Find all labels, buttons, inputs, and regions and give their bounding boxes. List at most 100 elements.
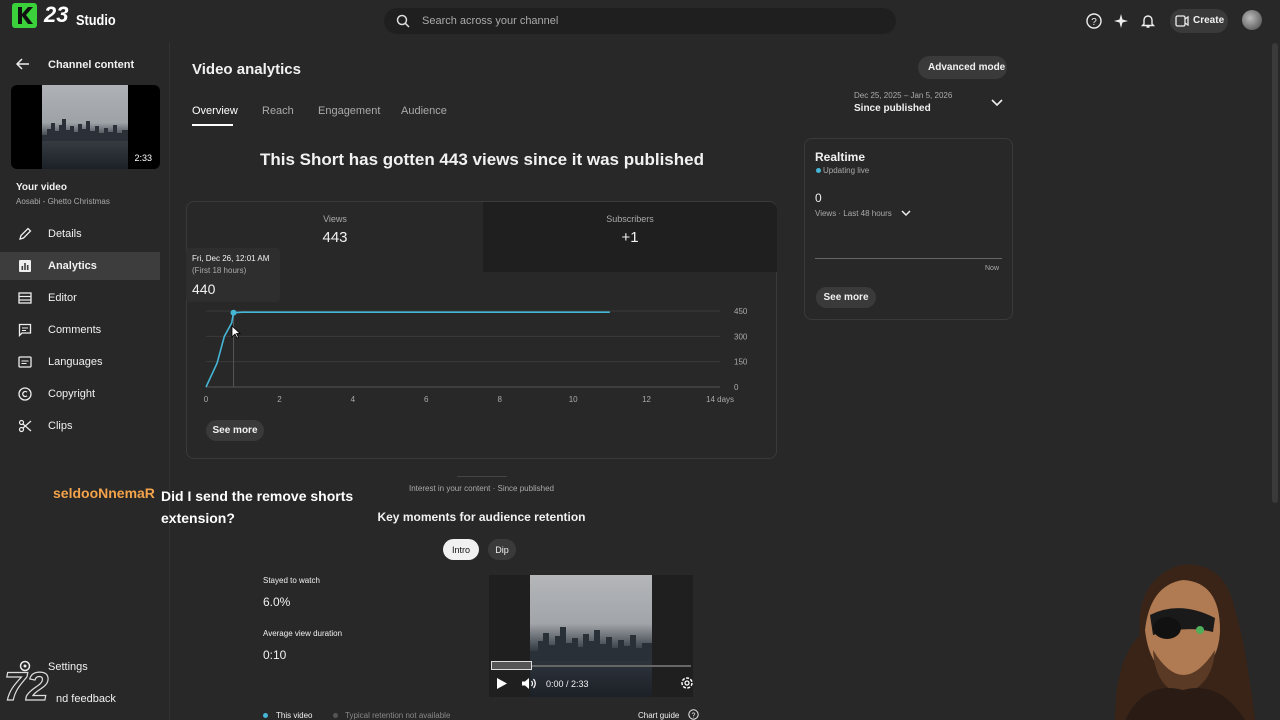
top-bar: 23 Studio Search across your channel ? C… — [0, 0, 1280, 43]
views-line-chart[interactable]: 450 300 150 0 0 2 4 6 8 10 12 14 days — [187, 297, 777, 412]
chart-y-tick-label: 150 — [734, 358, 748, 367]
svg-text:?: ? — [1091, 17, 1097, 28]
sidebar-item-details[interactable]: Details — [0, 220, 160, 248]
sidebar-item-feedback[interactable]: nd feedback — [56, 693, 116, 705]
video-settings-gear-icon[interactable] — [680, 676, 694, 690]
sidebar-item-settings[interactable]: Settings — [48, 661, 88, 673]
chart-x-tick-label: 10 — [569, 395, 578, 404]
notifications-bell-icon[interactable] — [1140, 13, 1156, 29]
video-time: 0:00 / 2:33 — [546, 679, 589, 689]
live-dot — [816, 168, 821, 173]
sidebar-item-clips[interactable]: Clips — [0, 412, 160, 440]
chart-x-tick-label: 2 — [277, 395, 282, 404]
video-player[interactable]: 0:00 / 2:33 — [489, 575, 693, 697]
advanced-mode-label: Advanced mode — [928, 62, 1006, 73]
chart-x-tick-label: 12 — [642, 395, 651, 404]
volume-icon[interactable] — [521, 677, 537, 690]
chart-data-point — [230, 309, 237, 316]
tab-engagement[interactable]: Engagement — [318, 105, 380, 117]
sidebar-item-comments[interactable]: Comments — [0, 316, 160, 344]
metric-subscribers-value: +1 — [621, 229, 639, 246]
legend-typical: Typical retention not available — [345, 711, 451, 720]
editor-icon — [18, 292, 32, 304]
realtime-status: Updating live — [823, 166, 870, 175]
metric-views-label: Views — [323, 214, 347, 224]
copyright-icon — [18, 387, 32, 401]
tab-overview[interactable]: Overview — [192, 105, 238, 117]
interest-label: Interest in your content · Since publish… — [409, 484, 554, 493]
chart-series-line — [205, 311, 610, 388]
svg-text:?: ? — [692, 713, 696, 720]
account-avatar[interactable] — [1242, 10, 1262, 30]
views-headline: This Short has gotten 443 views since it… — [259, 150, 704, 169]
page-title: Video analytics — [192, 61, 301, 78]
search-icon — [396, 14, 410, 28]
date-range-text: Dec 25, 2025 – Jan 5, 2026 — [854, 91, 953, 100]
sidebar-item-editor[interactable]: Editor — [0, 284, 160, 312]
see-more-button[interactable]: See more — [206, 420, 264, 441]
comments-icon — [18, 323, 32, 337]
realtime-now-label: Now — [985, 265, 1000, 272]
date-range-selector[interactable]: Dec 25, 2025 – Jan 5, 2026 Since publish… — [854, 89, 1014, 119]
thumbnail-image — [42, 85, 128, 169]
legend-this-video-dot — [263, 713, 268, 718]
realtime-see-more-button[interactable]: See more — [816, 287, 876, 308]
languages-icon — [18, 356, 32, 368]
help-icon[interactable]: ? — [688, 709, 699, 720]
chart-tooltip: Fri, Dec 26, 12:01 AM (First 18 hours) 4… — [186, 248, 280, 302]
chat-username: seldooNnemaR — [53, 485, 155, 501]
tooltip-value: 440 — [192, 281, 216, 297]
sidebar-item-languages[interactable]: Languages — [0, 348, 160, 376]
chart-y-tick-label: 300 — [734, 332, 748, 341]
streamer-avatar-illustration — [1115, 564, 1255, 720]
search-bar[interactable]: Search across your channel — [384, 8, 896, 34]
realtime-period[interactable]: Views · Last 48 hours — [815, 209, 892, 218]
see-more-label: See more — [212, 425, 258, 436]
chart-guide-link[interactable]: Chart guide — [638, 711, 679, 720]
channel-content-link[interactable]: Channel content — [48, 59, 134, 71]
realtime-see-more-label: See more — [823, 292, 869, 303]
section-divider — [457, 476, 507, 477]
create-label: Create — [1193, 15, 1225, 26]
sidebar: Channel content 2:33 Your video Aosabi -… — [0, 43, 170, 720]
dip-button[interactable]: Dip — [488, 539, 516, 560]
play-icon[interactable] — [496, 677, 508, 690]
tab-audience[interactable]: Audience — [401, 105, 447, 117]
tooltip-date: Fri, Dec 26, 12:01 AM — [192, 254, 270, 263]
create-button[interactable]: Create — [1170, 9, 1228, 33]
search-input[interactable]: Search across your channel — [422, 15, 558, 27]
sidebar-item-analytics[interactable]: Analytics — [0, 252, 160, 280]
stayed-label: Stayed to watch — [263, 576, 320, 585]
tooltip-sub: (First 18 hours) — [192, 266, 247, 275]
your-video-label: Your video — [16, 182, 67, 193]
video-thumbnail[interactable]: 2:33 — [11, 85, 160, 169]
realtime-card: Realtime Updating live 0 Views · Last 48… — [804, 138, 1013, 320]
logo-text: Studio — [76, 12, 116, 29]
avg-duration-value: 0:10 — [263, 648, 287, 662]
chart-x-tick-label: 6 — [424, 395, 429, 404]
chart-x-tick-label: 0 — [204, 395, 209, 404]
sidebar-item-copyright[interactable]: Copyright — [0, 380, 160, 408]
chat-message: Did I send the remove shorts extension? — [161, 488, 354, 526]
logo-number: 23 — [44, 2, 69, 27]
chart-x-tick-label: 4 — [351, 395, 356, 404]
sparkle-icon[interactable] — [1113, 13, 1129, 29]
channel-watermark: 72 — [3, 664, 49, 709]
realtime-title: Realtime — [815, 150, 866, 164]
metric-subscribers-label: Subscribers — [606, 214, 654, 224]
metric-subscribers[interactable]: Subscribers +1 — [483, 202, 777, 272]
overview-card: Views 443 Subscribers +1 450 300 150 0 0 2 4 6 8… — [186, 201, 777, 459]
advanced-mode-button[interactable]: Advanced mode — [918, 56, 1007, 79]
video-scrub-preview[interactable] — [491, 661, 532, 670]
chevron-down-icon[interactable] — [901, 210, 911, 217]
chevron-down-icon — [991, 99, 1003, 107]
scrollbar[interactable] — [1272, 43, 1278, 503]
analytics-icon — [19, 260, 31, 272]
intro-button[interactable]: Intro — [443, 539, 479, 560]
tab-reach[interactable]: Reach — [262, 105, 294, 117]
avg-duration-label: Average view duration — [263, 629, 343, 638]
mouse-cursor-icon — [231, 325, 241, 339]
studio-logo-icon[interactable] — [12, 3, 37, 28]
help-icon[interactable]: ? — [1086, 13, 1102, 29]
back-arrow-icon[interactable] — [16, 58, 30, 70]
